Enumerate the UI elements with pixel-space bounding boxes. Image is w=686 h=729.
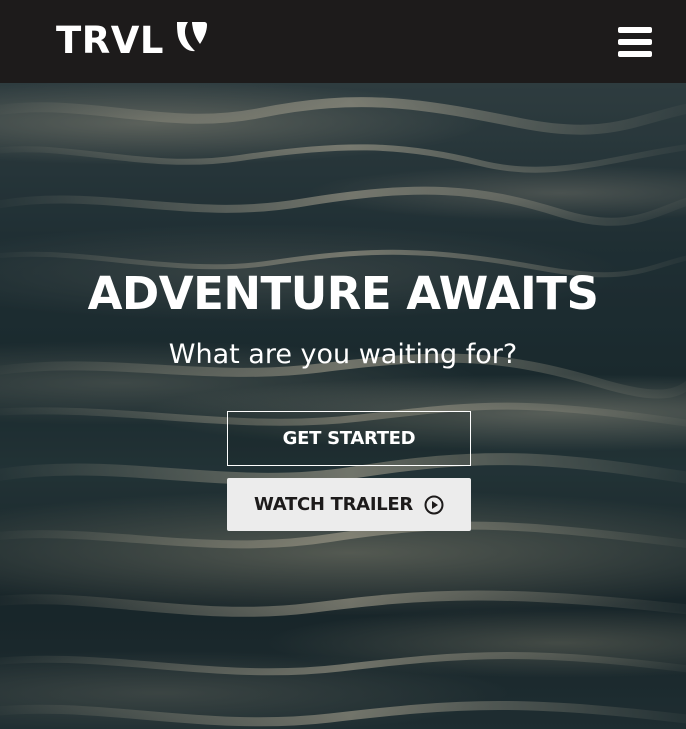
menu-bar bbox=[618, 27, 652, 33]
brand-name: TRVL bbox=[56, 19, 164, 62]
menu-bar bbox=[618, 39, 652, 45]
hero-section: ADVENTURE AWAITS What are you waiting fo… bbox=[0, 83, 686, 729]
menu-bar bbox=[618, 51, 652, 57]
typo3-logo-icon bbox=[176, 22, 207, 52]
hamburger-menu-icon[interactable] bbox=[612, 20, 658, 62]
watch-trailer-label: WATCH TRAILER bbox=[254, 494, 413, 515]
hero-title: ADVENTURE AWAITS bbox=[87, 267, 599, 320]
hero-content: ADVENTURE AWAITS What are you waiting fo… bbox=[0, 83, 686, 729]
get-started-button[interactable]: GET STARTED bbox=[227, 411, 471, 466]
brand-link[interactable]: TRVL bbox=[56, 17, 208, 65]
watch-trailer-button[interactable]: WATCH TRAILER bbox=[227, 478, 471, 531]
play-circle-icon bbox=[424, 495, 444, 514]
top-navbar: TRVL bbox=[0, 0, 686, 83]
hero-subtitle: What are you waiting for? bbox=[168, 339, 518, 370]
get-started-label: GET STARTED bbox=[282, 428, 416, 449]
